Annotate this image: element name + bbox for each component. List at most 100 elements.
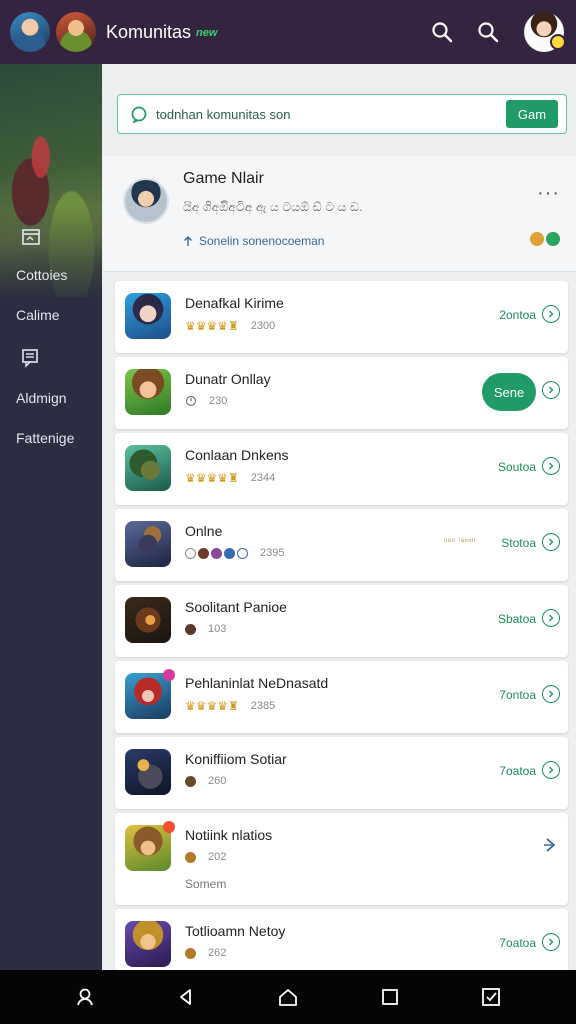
bottom-navigation-bar <box>0 970 576 1024</box>
online-tag: ᵒᵉᵒ ⁱᵃⁿⁿʰ <box>443 536 476 546</box>
chat-icon[interactable] <box>18 345 44 371</box>
recent-apps-icon[interactable] <box>370 977 410 1017</box>
search-icon[interactable] <box>424 14 460 50</box>
game-card[interactable]: Koniffiiom Sotiar 260 7oatoa <box>115 737 568 809</box>
calendar-icon[interactable] <box>18 224 44 250</box>
game-status: 2ontoa <box>499 308 536 322</box>
community-search-bar[interactable]: todnhan komunitas son Gam <box>117 94 567 134</box>
game-meta: ♛♛♛♛♜ 2344 <box>185 471 275 485</box>
timer-icon <box>185 395 197 407</box>
game-meta: 103 <box>185 623 226 635</box>
game-meta: 2395 <box>185 547 284 559</box>
join-button[interactable]: Sene <box>482 373 536 411</box>
crown-icon: ♛♛♛♛♜ <box>185 699 239 713</box>
search-icon-secondary[interactable] <box>470 14 506 50</box>
badge-icon <box>185 623 196 635</box>
member-count: 2300 <box>250 320 276 332</box>
game-card[interactable]: Soolitant Panioe 103 Sbatoa <box>115 585 568 657</box>
arrow-up-icon <box>184 236 192 246</box>
sidebar-item-cottoies[interactable]: Cottoies <box>0 267 102 283</box>
go-arrow-icon[interactable] <box>542 685 560 703</box>
badge-icon <box>185 775 196 787</box>
game-icon <box>125 597 171 643</box>
member-count: 230 <box>209 395 228 407</box>
badge-icon <box>185 547 196 559</box>
member-count: 2385 <box>250 700 276 712</box>
game-extra-label: Somem <box>185 877 227 891</box>
search-input[interactable]: todnhan komunitas son <box>156 107 506 122</box>
sidebar-item-fattenige[interactable]: Fattenige <box>0 430 102 446</box>
community-avatar-1[interactable] <box>10 12 50 52</box>
go-arrow-icon[interactable] <box>542 457 560 475</box>
featured-community[interactable]: Game Nlair යිඅ ගිඅඔිඅටිඅ ඇ ය ටයඕ ඩ් ට ය … <box>103 156 576 272</box>
game-icon <box>125 521 171 567</box>
go-arrow-icon[interactable] <box>542 305 560 323</box>
home-icon[interactable] <box>268 977 308 1017</box>
share-arrow-icon[interactable] <box>542 837 558 858</box>
tasks-check-icon[interactable] <box>471 977 511 1017</box>
game-status: 7oatoa <box>499 936 536 950</box>
game-card[interactable]: Notiink nlatios 202 Somem <box>115 813 568 905</box>
game-icon <box>125 445 171 491</box>
game-name: Onlne <box>185 523 223 539</box>
game-name: Pehlaninlat NeDnasatd <box>185 675 329 691</box>
member-count: 202 <box>208 851 227 863</box>
go-arrow-icon[interactable] <box>542 381 560 399</box>
sidebar-item-aldmign[interactable]: Aldmign <box>0 390 102 406</box>
featured-description: යිඅ ගිඅඔිඅටිඅ ඇ ය ටයඕ ඩ් ට ය ඩ. <box>183 200 363 214</box>
badge-icon <box>185 851 196 863</box>
game-name: Conlaan Dnkens <box>185 447 289 463</box>
reaction-orange-icon <box>530 232 544 246</box>
game-status: Soutoa <box>497 460 536 474</box>
badge-icon <box>224 547 235 559</box>
sidebar: Cottoies Calime Aldmign Fattenige <box>0 64 102 970</box>
notification-dot <box>163 669 175 681</box>
game-name: Notiink nlatios <box>185 827 273 843</box>
member-count: 2344 <box>250 472 276 484</box>
community-avatar-2[interactable] <box>56 12 96 52</box>
featured-reaction-icons <box>530 232 560 246</box>
go-arrow-icon[interactable] <box>542 933 560 951</box>
game-card[interactable]: Onlne 2395 ᵒᵉᵒ ⁱᵃⁿⁿʰ Stotoa <box>115 509 568 581</box>
game-meta: ♛♛♛♛♜ 2385 <box>185 699 275 713</box>
app-title: Komunitas <box>106 21 192 42</box>
game-meta: 202 <box>185 851 226 863</box>
game-icon <box>125 669 175 719</box>
chat-bubble-icon <box>131 106 147 123</box>
game-meta: 260 <box>185 775 226 787</box>
game-status: Sbatoa <box>497 612 536 626</box>
featured-title: Game Nlair <box>183 170 264 187</box>
game-icon <box>125 749 171 795</box>
featured-subtitle: Sonelin sonenocoeman <box>199 234 325 248</box>
game-card[interactable]: Denafkal Kirime ♛♛♛♛♜ 2300 2ontoa <box>115 281 568 353</box>
game-name: Dunatr Onllay <box>185 371 271 387</box>
go-arrow-icon[interactable] <box>542 533 560 551</box>
back-icon[interactable] <box>166 977 206 1017</box>
sidebar-hero-artwork <box>0 64 102 297</box>
go-arrow-icon[interactable] <box>542 609 560 627</box>
badge-icon <box>198 547 209 559</box>
reaction-green-icon <box>546 232 560 246</box>
game-icon <box>125 921 171 967</box>
game-card[interactable]: Dunatr Onllay 230 Sene <box>115 357 568 429</box>
go-arrow-icon[interactable] <box>542 761 560 779</box>
game-meta: ♛♛♛♛♜ 2300 <box>185 319 275 333</box>
featured-subtitle-row: Sonelin sonenocoeman <box>183 234 324 248</box>
profile-avatar[interactable] <box>524 12 566 52</box>
sidebar-item-calime[interactable]: Calime <box>0 307 102 323</box>
search-submit-button[interactable]: Gam <box>506 100 558 128</box>
game-status: 7oatoa <box>499 764 536 778</box>
assistant-icon[interactable] <box>65 977 105 1017</box>
game-icon <box>125 293 171 339</box>
main-content: todnhan komunitas son Gam Game Nlair යිඅ… <box>103 64 576 970</box>
game-name: Koniffiiom Sotiar <box>185 751 287 767</box>
game-card[interactable]: Conlaan Dnkens ♛♛♛♛♜ 2344 Soutoa <box>115 433 568 505</box>
notification-dot <box>163 821 175 833</box>
game-name: Soolitant Panioe <box>185 599 287 615</box>
game-card[interactable]: Pehlaninlat NeDnasatd ♛♛♛♛♜ 2385 7ontoa <box>115 661 568 733</box>
game-card[interactable]: Totlioamn Netoy 262 7oatoa <box>115 909 568 970</box>
new-badge: new <box>196 27 218 39</box>
more-options-icon[interactable]: ··· <box>537 182 560 205</box>
member-count: 103 <box>208 623 227 635</box>
crown-icon: ♛♛♛♛♜ <box>185 319 239 333</box>
